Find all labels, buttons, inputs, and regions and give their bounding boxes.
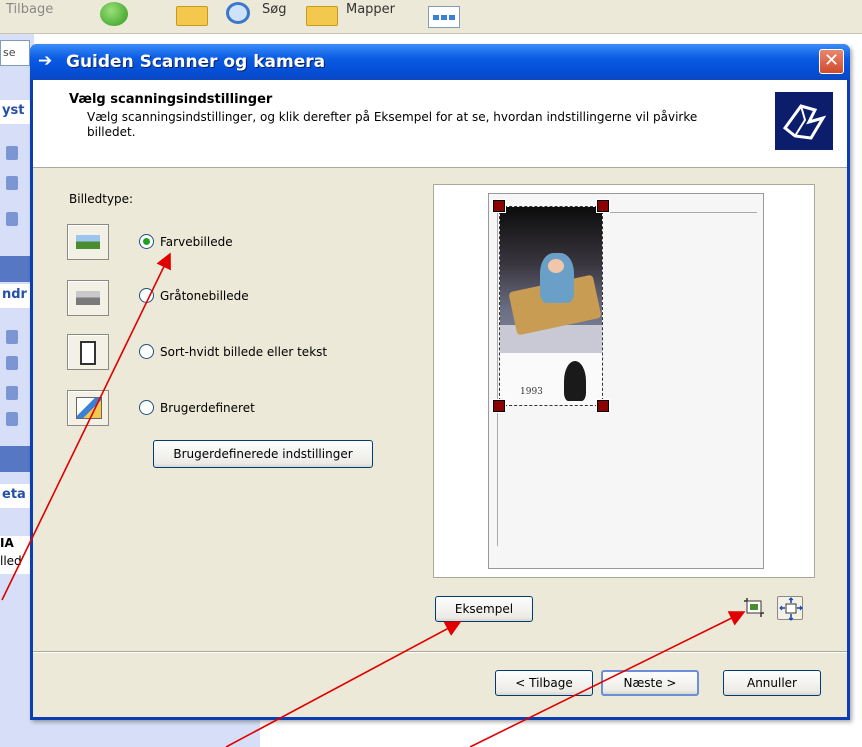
custom-settings-button[interactable]: Brugerdefinerede indstillinger	[153, 440, 373, 468]
scanner-wizard-window: ➔ Guiden Scanner og kamera ✕ Vælg scanni…	[30, 44, 850, 720]
custom-picture-icon[interactable]	[67, 390, 109, 426]
crop-handle-bottom-right[interactable]	[596, 399, 610, 413]
folders-label[interactable]: Mapper	[346, 2, 395, 17]
option-color-label[interactable]: Farvebillede	[160, 235, 233, 249]
scanner-wizard-icon	[775, 92, 833, 150]
explorer-toolbar: Tilbage Søg Mapper	[0, 0, 862, 34]
option-color[interactable]: Farvebillede	[139, 234, 233, 249]
radio-grayscale[interactable]	[139, 288, 154, 303]
next-button[interactable]: Næste >	[601, 670, 699, 696]
place-icon[interactable]	[6, 356, 18, 370]
back-label[interactable]: Tilbage	[6, 2, 53, 17]
left-pane-section-details[interactable]: eta	[0, 484, 34, 508]
search-label[interactable]: Søg	[262, 2, 286, 17]
back-arrow-icon[interactable]	[100, 2, 128, 26]
preview-pane: 1993	[433, 184, 815, 578]
place-icon[interactable]	[6, 386, 18, 400]
crop-handle-bottom-left[interactable]	[492, 399, 506, 413]
photo-card-figure	[564, 361, 586, 401]
footer-separator	[33, 651, 847, 653]
window-title: Guiden Scanner og kamera	[66, 52, 326, 72]
crop-handle-top-right[interactable]	[596, 199, 610, 213]
task-icon[interactable]	[6, 212, 18, 226]
address-bar-fragment[interactable]: se	[0, 40, 30, 66]
header-subtitle: Vælg scanningsindstillinger, og klik der…	[87, 110, 698, 139]
radio-black-white[interactable]	[139, 344, 154, 359]
crop-handle-top-left[interactable]	[492, 199, 506, 213]
cancel-button[interactable]: Annuller	[723, 670, 821, 696]
grayscale-picture-icon[interactable]	[67, 280, 109, 316]
explorer-bottom-pane	[0, 720, 260, 747]
views-icon[interactable]	[428, 6, 460, 28]
text-picture-icon[interactable]	[67, 334, 109, 370]
crop-to-selection-icon[interactable]	[741, 596, 767, 620]
radio-color[interactable]	[139, 234, 154, 249]
left-pane-divider	[0, 256, 34, 282]
folder-up-icon[interactable]	[176, 6, 208, 26]
title-bar[interactable]: ➔ Guiden Scanner og kamera ✕	[30, 44, 850, 80]
color-picture-icon[interactable]	[67, 224, 109, 260]
option-custom-label[interactable]: Brugerdefineret	[160, 401, 255, 415]
option-custom[interactable]: Brugerdefineret	[139, 400, 255, 415]
fit-to-window-icon[interactable]	[777, 596, 803, 621]
preview-button[interactable]: Eksempel	[435, 596, 533, 622]
left-pane-divider	[0, 446, 34, 472]
page-edge-left	[497, 212, 498, 546]
place-icon[interactable]	[6, 330, 18, 344]
search-icon[interactable]	[226, 2, 250, 24]
preview-photo[interactable]: 1993	[499, 206, 603, 406]
photo-child-face	[548, 259, 564, 273]
header-title: Vælg scanningsindstillinger	[69, 92, 273, 107]
wizard-header: Vælg scanningsindstillinger Vælg scannin…	[33, 80, 847, 168]
option-grayscale[interactable]: Gråtonebillede	[139, 288, 249, 303]
photo-card: 1993	[500, 353, 602, 405]
option-black-white[interactable]: Sort-hvidt billede eller tekst	[139, 344, 327, 359]
back-button[interactable]: < Tilbage	[495, 670, 593, 696]
details-name-fragment: IA	[0, 536, 34, 556]
photo-date: 1993	[520, 387, 543, 397]
wizard-arrow-icon: ➔	[38, 51, 53, 71]
option-black-white-label[interactable]: Sort-hvidt billede eller tekst	[160, 345, 327, 359]
option-grayscale-label[interactable]: Gråtonebillede	[160, 289, 249, 303]
place-icon[interactable]	[6, 412, 18, 426]
close-button[interactable]: ✕	[819, 49, 844, 74]
details-type-fragment: lled	[0, 554, 34, 574]
left-pane-section-other[interactable]: ndr	[0, 284, 34, 308]
explorer-left-pane	[0, 34, 34, 734]
task-icon[interactable]	[6, 146, 18, 160]
scan-bed: 1993	[488, 193, 764, 569]
folders-icon[interactable]	[306, 6, 338, 26]
task-icon[interactable]	[6, 176, 18, 190]
radio-custom[interactable]	[139, 400, 154, 415]
image-type-label: Billedtype:	[69, 192, 134, 206]
left-pane-section-system[interactable]: yst	[0, 100, 34, 124]
